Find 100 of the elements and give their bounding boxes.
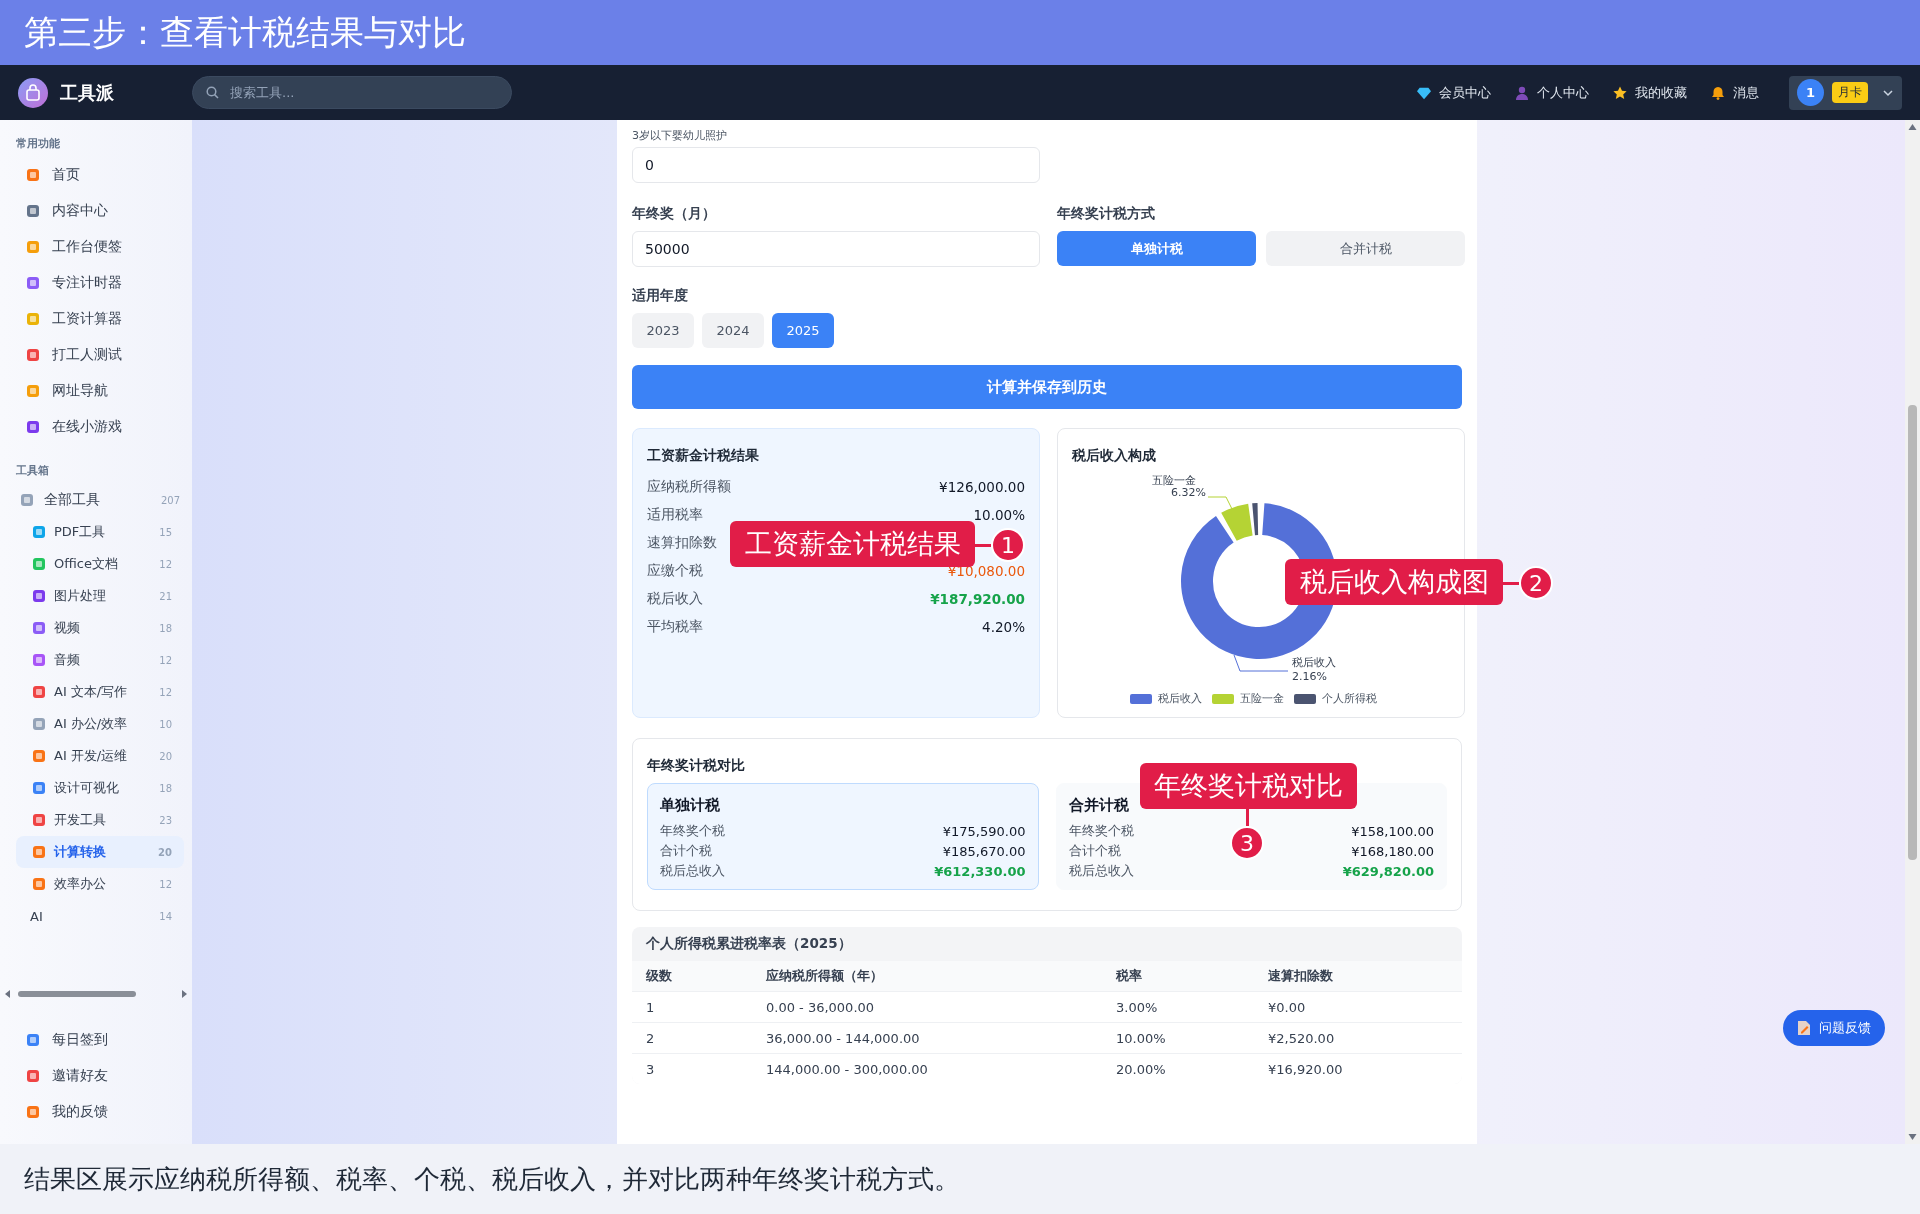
tile-icon	[26, 420, 40, 434]
search-field[interactable]: 搜索工具...	[192, 76, 512, 109]
input-field[interactable]: 50000	[632, 231, 1040, 267]
sidebar-item[interactable]: 工资计算器	[0, 301, 192, 337]
sidebar-item[interactable]: 效率办公 12	[16, 868, 184, 900]
nav-link[interactable]: 消息	[1709, 79, 1761, 106]
sidebar-item[interactable]: 在线小游戏	[0, 409, 192, 445]
tile-icon	[26, 384, 40, 398]
result-label: 平均税率	[647, 618, 703, 636]
sidebar-item[interactable]: 音频 12	[16, 644, 184, 676]
result-label: 税后总收入	[1068, 862, 1134, 880]
result-value: ¥126,000.00	[939, 479, 1025, 495]
sidebar-item[interactable]: AI 办公/效率 10	[16, 708, 184, 740]
user-menu[interactable]: 1 月卡	[1789, 75, 1902, 110]
sidebar-item[interactable]: 视频 18	[16, 612, 184, 644]
tile-icon	[32, 717, 46, 731]
sidebar-item[interactable]: 我的反馈	[0, 1094, 192, 1130]
slice-label: 五险一金	[1152, 475, 1196, 487]
tile-icon	[26, 240, 40, 254]
sidebar-item[interactable]: PDF工具 15	[16, 516, 184, 548]
tile-icon	[26, 204, 40, 218]
option-button[interactable]: 单独计税	[1057, 231, 1256, 266]
tile-icon	[32, 653, 46, 667]
vertical-scrollbar[interactable]	[1905, 120, 1920, 1144]
tile-icon	[32, 845, 46, 859]
field-label: 年终奖（月）	[632, 205, 717, 223]
callout-label: 年终奖计税对比	[1140, 763, 1357, 809]
nav-link[interactable]: 我的收藏	[1611, 79, 1689, 106]
sidebar-group[interactable]: 全部工具 207	[0, 484, 192, 516]
tile-icon	[32, 557, 46, 571]
table-cell-text: 144,000.00 - 300,000.00	[766, 1061, 929, 1077]
card-title: 年终奖计税对比	[647, 757, 745, 775]
tile-icon	[32, 525, 46, 539]
result-value: ¥185,670.00	[942, 843, 1026, 859]
result-label: 税后收入	[647, 590, 703, 608]
calculate-button[interactable]: 计算并保存到历史	[632, 365, 1462, 409]
tile-icon	[26, 348, 40, 362]
sidebar-item[interactable]: 计算转换 20	[16, 836, 184, 868]
document-icon	[1797, 1020, 1811, 1036]
sidebar-item[interactable]: 工作台便签	[0, 229, 192, 265]
nav-link[interactable]: 个人中心	[1513, 79, 1591, 106]
input-field[interactable]: 0	[632, 147, 1040, 183]
result-value: ¥612,330.00	[934, 863, 1026, 879]
feedback-button[interactable]: 问题反馈	[1783, 1010, 1885, 1046]
callout-label: 工资薪金计税结果	[730, 521, 975, 567]
caption: 结果区展示应纳税所得额、税率、个税、税后收入，并对比两种年终奖计税方式。	[24, 1162, 960, 1196]
section-title: 工具箱	[15, 463, 50, 479]
leader-line	[1233, 654, 1289, 672]
sidebar-item[interactable]: Office文档 12	[16, 548, 184, 580]
sidebar-item[interactable]: 打工人测试	[0, 337, 192, 373]
field-label: 适用年度	[632, 287, 689, 305]
tile-icon	[32, 621, 46, 635]
table-cell-text: 20.00%	[1116, 1061, 1167, 1077]
sidebar-item[interactable]: AI 文本/写作 12	[16, 676, 184, 708]
tile-icon	[32, 781, 46, 795]
leader-line	[1207, 496, 1233, 510]
year-button[interactable]: 2023	[632, 313, 694, 348]
sidebar-item[interactable]: 开发工具 23	[16, 804, 184, 836]
sidebar-item[interactable]: 每日签到	[0, 1022, 192, 1058]
result-value: ¥168,180.00	[1351, 843, 1434, 859]
result-label: 适用税率	[647, 506, 703, 524]
legend-label: 五险一金	[1240, 691, 1284, 706]
sidebar-item[interactable]: AI 开发/运维 20	[16, 740, 184, 772]
table-cell-text: ¥16,920.00	[1268, 1061, 1344, 1077]
bell-icon	[1711, 85, 1725, 100]
sidebar-item[interactable]: 设计可视化 18	[16, 772, 184, 804]
sidebar-item[interactable]: 图片处理 21	[16, 580, 184, 612]
avatar[interactable]: 1	[1797, 79, 1824, 106]
plan-badge: 月卡	[1832, 82, 1868, 103]
result-value: ¥158,100.00	[1351, 823, 1434, 839]
result-value: ¥629,820.00	[1342, 863, 1434, 879]
sidebar-item[interactable]: 网址导航	[0, 373, 192, 409]
sidebar-item[interactable]: 首页	[0, 157, 192, 193]
nav-link[interactable]: 会员中心	[1415, 79, 1493, 106]
card-title: 工资薪金计税结果	[647, 447, 759, 465]
column-header: 级数	[646, 967, 673, 985]
option-button[interactable]: 合并计税	[1266, 231, 1465, 266]
table-cell-text: 36,000.00 - 144,000.00	[766, 1030, 921, 1046]
section-title: 常用功能	[15, 136, 61, 152]
sidebar-item[interactable]: 内容中心	[0, 193, 192, 229]
column-header: 税率	[1116, 967, 1143, 985]
year-button[interactable]: 2025	[772, 313, 834, 348]
legend-label: 税后收入	[1158, 691, 1202, 706]
result-label: 合计个税	[660, 842, 712, 860]
table-cell-text: ¥0.00	[1268, 999, 1307, 1015]
sidebar-item[interactable]: AI 14	[16, 900, 184, 932]
result-label: 速算扣除数	[647, 534, 717, 552]
sidebar-item[interactable]: 邀请好友	[0, 1058, 192, 1094]
panel-title: 合并计税	[1068, 796, 1129, 815]
logo-icon	[18, 77, 48, 108]
year-button[interactable]: 2024	[702, 313, 764, 348]
tile-icon	[32, 589, 46, 603]
result-label: 合计个税	[1068, 842, 1121, 860]
page-title: 第三步：查看计税结果与对比	[24, 10, 466, 54]
app-name: 工具派	[60, 80, 115, 105]
tile-icon	[26, 1105, 40, 1119]
sidebar-item[interactable]: 专注计时器	[0, 265, 192, 301]
tile-icon	[32, 877, 46, 891]
field-label: 3岁以下婴幼儿照护	[632, 128, 728, 143]
field-label: 年终奖计税方式	[1057, 205, 1156, 223]
